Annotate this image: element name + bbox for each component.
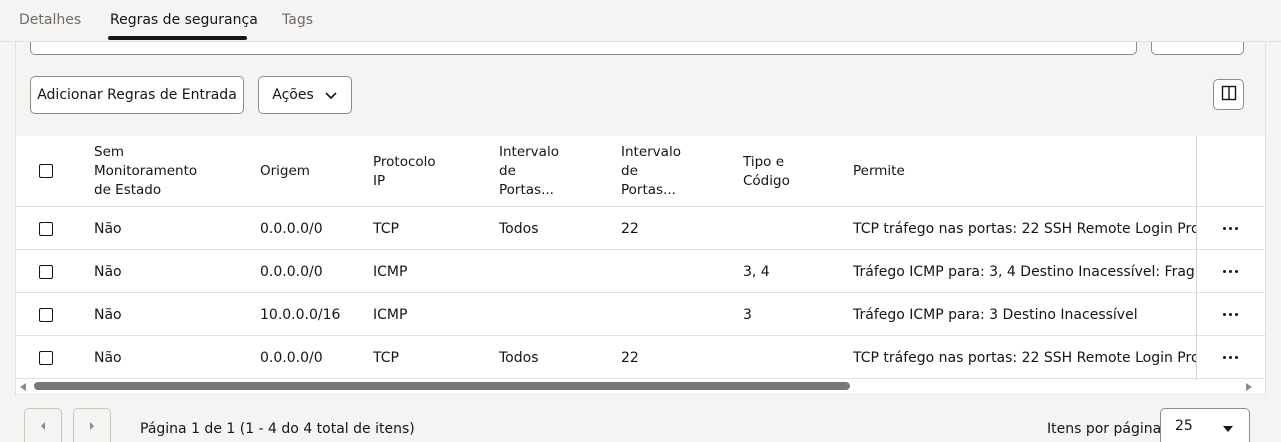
select-all-checkbox[interactable] [39,164,53,178]
row-actions-icon[interactable] [1218,207,1242,250]
header-stateless[interactable]: Sem Monitoramento de Estado [94,136,197,207]
cell-protocol: ICMP [373,263,408,280]
actions-label: Ações [272,87,314,103]
cell-allows: Tráfego ICMP para: 3, 4 Destino Inacessí… [853,263,1196,280]
cell-source: 0.0.0.0/0 [260,349,323,366]
rules-table: Sem Monitoramento de Estado Origem Proto… [16,136,1265,380]
cell-protocol: ICMP [373,306,408,323]
security-rules-page: Detalhes Regras de segurança Tags Adicio… [0,0,1281,442]
cell-source: 0.0.0.0/0 [260,263,323,280]
table-row: Não 0.0.0.0/0 TCP Todos 22 TCP tráfego n… [16,207,1265,250]
content-border-right [1265,42,1266,397]
add-ingress-rules-button[interactable]: Adicionar Regras de Entrada [30,76,244,114]
row-actions-icon[interactable] [1218,250,1242,293]
cell-destination-ports: 22 [621,220,639,237]
items-per-page-select[interactable]: 25 [1160,408,1250,442]
cell-stateless: Não [94,263,122,280]
row-checkbox[interactable] [39,308,53,322]
cell-source-ports: Todos [499,220,539,237]
column-settings-button[interactable] [1213,79,1244,110]
cell-source-ports: Todos [499,349,539,366]
cell-destination-ports: 22 [621,349,639,366]
previous-page-button[interactable] [24,408,62,442]
cell-allows: TCP tráfego nas portas: 22 SSH Remote Lo… [853,349,1196,366]
header-allows[interactable]: Permite [853,136,905,207]
tab-security-rules[interactable]: Regras de segurança [110,12,258,28]
row-actions-icon[interactable] [1218,336,1242,379]
scroll-left-icon[interactable] [20,383,26,391]
cell-allows: TCP tráfego nas portas: 22 SSH Remote Lo… [853,220,1196,237]
pagination-info: Página 1 de 1 (1 - 4 do 4 total de itens… [140,421,415,437]
items-per-page-label: Itens por página [1047,421,1162,437]
header-source-port-range[interactable]: Intervalo de Portas... [499,136,559,207]
header-type-code[interactable]: Tipo e Código [743,136,790,207]
chevron-right-icon [87,416,97,435]
cell-protocol: TCP [373,220,399,237]
cell-type-code: 3 [743,306,752,323]
pagination-bar: Página 1 de 1 (1 - 4 do 4 total de itens… [16,397,1265,442]
table-row: Não 10.0.0.0/16 ICMP 3 Tráfego ICMP para… [16,293,1265,336]
horizontal-scrollbar[interactable] [16,380,1265,393]
row-actions-icon[interactable] [1218,293,1242,336]
tab-bar: Detalhes Regras de segurança Tags [0,0,1281,42]
cell-stateless: Não [94,349,122,366]
dropdown-arrow-icon [1223,426,1233,432]
columns-icon [1221,85,1237,105]
scroll-right-icon[interactable] [1246,383,1252,391]
chevron-left-icon [38,416,48,435]
cell-allows: Tráfego ICMP para: 3 Destino Inacessível [853,306,1138,323]
row-checkbox[interactable] [39,265,53,279]
table-row: Não 0.0.0.0/0 TCP Todos 22 TCP tráfego n… [16,336,1265,379]
cell-type-code: 3, 4 [743,263,770,280]
tab-tags[interactable]: Tags [282,12,313,28]
cell-source: 10.0.0.0/16 [260,306,341,323]
cell-source: 0.0.0.0/0 [260,220,323,237]
actions-menu-button[interactable]: Ações [258,76,352,114]
header-source[interactable]: Origem [260,136,310,207]
active-tab-indicator [108,36,247,40]
table-header: Sem Monitoramento de Estado Origem Proto… [16,136,1265,207]
cell-protocol: TCP [373,349,399,366]
items-per-page-value: 25 [1175,418,1193,434]
header-destination-port-range[interactable]: Intervalo de Portas... [621,136,681,207]
tab-details[interactable]: Detalhes [19,12,81,28]
cell-stateless: Não [94,220,122,237]
next-page-button[interactable] [73,408,111,442]
chevron-down-icon [324,88,338,102]
sticky-column-divider [1196,136,1197,380]
cell-stateless: Não [94,306,122,323]
row-checkbox[interactable] [39,351,53,365]
header-ip-protocol[interactable]: Protocolo IP [373,136,436,207]
row-checkbox[interactable] [39,222,53,236]
table-row: Não 0.0.0.0/0 ICMP 3, 4 Tráfego ICMP par… [16,250,1265,293]
scrollbar-thumb[interactable] [34,382,850,390]
add-ingress-rules-label: Adicionar Regras de Entrada [37,87,237,103]
